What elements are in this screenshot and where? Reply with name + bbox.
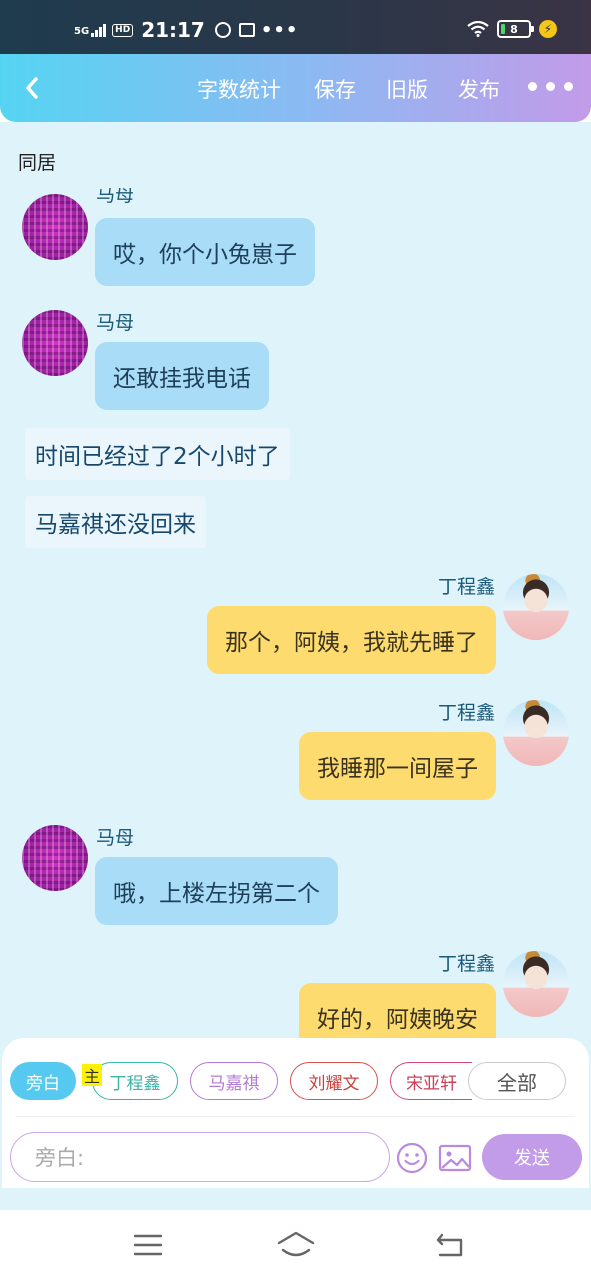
speaker-name: 丁程鑫 bbox=[437, 576, 495, 598]
battery-level: 8 bbox=[510, 22, 518, 36]
menu-icon[interactable] bbox=[130, 1230, 166, 1260]
home-icon[interactable] bbox=[276, 1230, 316, 1260]
wifi-icon bbox=[467, 21, 489, 37]
message-bubble[interactable]: 好的，阿姨晚安 bbox=[299, 983, 496, 1038]
nfc-icon bbox=[214, 22, 231, 38]
word-count-button[interactable]: 字数统计 bbox=[197, 74, 281, 104]
status-bar: 5G HD 21:17 ••• 8 ⚡ bbox=[0, 0, 591, 56]
narration-text[interactable]: 马嘉祺还没回来 bbox=[25, 496, 206, 548]
message-list[interactable]: 马母 哎，你个小兔崽子 马母 还敢挂我电话 时间已经过了2个小时了 马嘉祺还没回… bbox=[0, 188, 591, 1038]
main-role-badge: 主 bbox=[82, 1064, 102, 1086]
message-bubble[interactable]: 我睡那一间屋子 bbox=[299, 732, 496, 800]
signal-icon: 5G bbox=[74, 23, 107, 37]
role-chip-all[interactable]: 全部 bbox=[468, 1062, 566, 1100]
more-notifications-icon: ••• bbox=[260, 19, 299, 41]
charging-icon: ⚡ bbox=[539, 20, 557, 38]
hd-icon: HD bbox=[112, 23, 134, 37]
composer-panel: 旁白 丁程鑫 马嘉祺 刘耀文 宋亚轩 全部 主 旁白: 发送 bbox=[2, 1038, 589, 1188]
back-icon[interactable] bbox=[432, 1230, 468, 1260]
status-right: 8 ⚡ bbox=[467, 20, 557, 38]
send-button[interactable]: 发送 bbox=[482, 1134, 582, 1180]
role-chip-liu[interactable]: 刘耀文 bbox=[290, 1062, 378, 1100]
avatar[interactable] bbox=[22, 310, 88, 376]
message-bubble[interactable]: 那个，阿姨，我就先睡了 bbox=[207, 606, 496, 674]
chevron-left-icon bbox=[26, 77, 38, 99]
network-type: 5G bbox=[74, 26, 90, 37]
system-nav-bar bbox=[0, 1210, 591, 1280]
message-bubble[interactable]: 哎，你个小兔崽子 bbox=[95, 218, 315, 286]
speaker-name: 马母 bbox=[96, 312, 135, 334]
editor-header: 字数统计 保存 旧版 发布 bbox=[0, 54, 591, 122]
role-chip-song[interactable]: 宋亚轩 bbox=[390, 1062, 472, 1100]
publish-button[interactable]: 发布 bbox=[458, 74, 500, 104]
message-bubble[interactable]: 哦，上楼左拐第二个 bbox=[95, 857, 338, 925]
image-icon[interactable] bbox=[438, 1142, 472, 1174]
avatar[interactable] bbox=[503, 951, 569, 1017]
old-version-button[interactable]: 旧版 bbox=[386, 74, 428, 104]
role-chip-ma[interactable]: 马嘉祺 bbox=[190, 1062, 278, 1100]
divider bbox=[16, 1116, 575, 1117]
avatar[interactable] bbox=[503, 574, 569, 640]
more-horizontal-icon[interactable] bbox=[528, 82, 573, 91]
speaker-name: 丁程鑫 bbox=[437, 953, 495, 975]
battery-icon: 8 bbox=[497, 20, 534, 38]
document-title: 同居 bbox=[18, 152, 57, 174]
role-chip-ding[interactable]: 丁程鑫 bbox=[92, 1062, 178, 1100]
clock: 21:17 bbox=[141, 18, 205, 42]
speaker-name: 马母 bbox=[96, 827, 135, 849]
avatar[interactable] bbox=[503, 700, 569, 766]
message-input[interactable]: 旁白: bbox=[10, 1132, 390, 1182]
speaker-name: 丁程鑫 bbox=[437, 702, 495, 724]
avatar[interactable] bbox=[22, 825, 88, 891]
status-left: 5G HD 21:17 ••• bbox=[74, 18, 298, 42]
speaker-name: 马母 bbox=[96, 188, 135, 206]
avatar[interactable] bbox=[22, 194, 88, 260]
back-button[interactable] bbox=[16, 70, 48, 106]
calendar-icon bbox=[238, 23, 255, 37]
message-bubble[interactable]: 还敢挂我电话 bbox=[95, 342, 269, 410]
role-chip-narration[interactable]: 旁白 bbox=[10, 1062, 76, 1100]
narration-text[interactable]: 时间已经过了2个小时了 bbox=[25, 428, 290, 480]
smiley-icon[interactable] bbox=[396, 1142, 428, 1174]
save-button[interactable]: 保存 bbox=[314, 74, 356, 104]
